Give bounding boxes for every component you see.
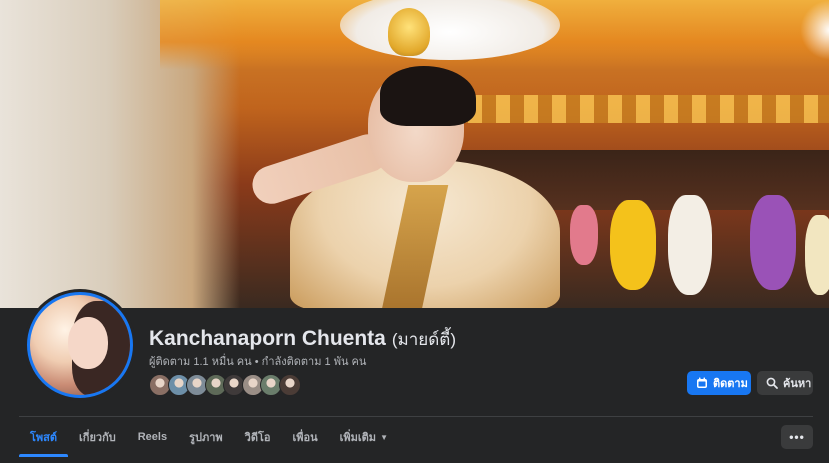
profile-name-text: Kanchanaporn Chuenta [149, 327, 386, 350]
tab-posts[interactable]: โพสต์ [19, 417, 69, 457]
search-button[interactable]: ค้นหา [757, 371, 813, 395]
profile-tabs: โพสต์ เกี่ยวกับ Reels รูปภาพ วิดีโอ เพื่… [19, 417, 399, 457]
tab-about[interactable]: เกี่ยวกับ [68, 417, 127, 457]
caret-down-icon: ▼ [380, 432, 388, 442]
follow-button-label: ติดตาม [713, 378, 748, 390]
profile-avatar[interactable] [24, 289, 136, 401]
tab-photos[interactable]: รูปภาพ [178, 417, 234, 457]
more-dots-icon: ••• [789, 430, 805, 444]
more-options-button[interactable]: ••• [781, 425, 813, 449]
following-count[interactable]: กำลังติดตาม 1 พัน คน [262, 356, 367, 368]
tab-reels[interactable]: Reels [127, 417, 178, 457]
tab-friends[interactable]: เพื่อน [282, 417, 329, 457]
stats-separator: • [254, 356, 259, 368]
follow-stats: ผู้ติดตาม 1.1 หมื่น คน • กำลังติดตาม 1 พ… [149, 352, 366, 370]
profile-alt-name: (มายด์ตี้) [391, 330, 456, 349]
search-icon [766, 377, 778, 389]
search-button-label: ค้นหา [783, 378, 812, 390]
user-plus-icon [697, 377, 707, 388]
tab-more[interactable]: เพิ่มเติม ▼ [329, 417, 399, 457]
tab-videos[interactable]: วิดีโอ [234, 417, 282, 457]
profile-name: Kanchanaporn Chuenta (มายด์ตี้) [149, 326, 456, 353]
follow-button[interactable]: ติดตาม [687, 371, 751, 395]
profile-page: Kanchanaporn Chuenta (มายด์ตี้) ผู้ติดตาม… [0, 0, 829, 463]
friend-avatar-8[interactable] [278, 374, 301, 396]
cover-photo[interactable] [0, 0, 829, 308]
followers-count[interactable]: ผู้ติดตาม 1.1 หมื่น คน [149, 356, 252, 368]
